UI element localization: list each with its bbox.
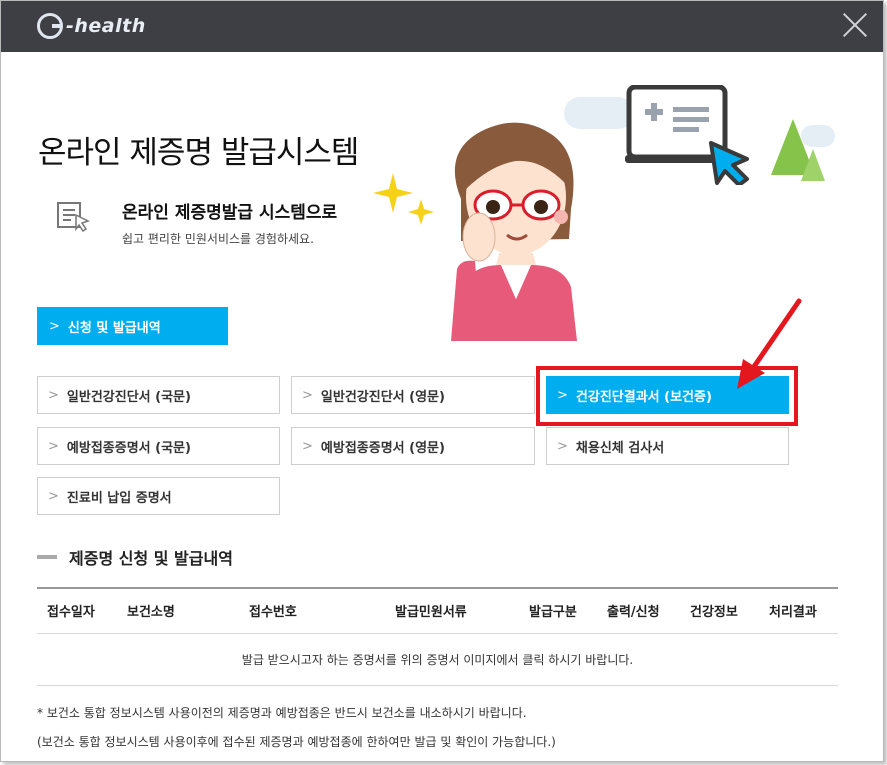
close-button[interactable] xyxy=(841,11,869,39)
column-header: 발급민원서류 xyxy=(395,605,467,620)
application-history-label: 신청 및 발급내역 xyxy=(67,320,161,336)
intro-subtitle: 쉽고 편리한 민원서비스를 경험하세요. xyxy=(122,232,314,246)
doc-label: 진료비 납입 증명서 xyxy=(66,490,172,506)
doc-label: 채용신체 검사서 xyxy=(575,440,665,456)
doc-vaccination-korean-button[interactable]: > 예방접종증명서 (국문) xyxy=(37,427,280,465)
section-bar-icon xyxy=(37,555,57,559)
empty-message: 발급 받으시고자 하는 증명서를 위의 증명서 이미지에서 클릭 하시기 바랍니… xyxy=(241,652,634,667)
g-health-logo: -health xyxy=(37,11,146,41)
doc-label: 예방접종증명서 (국문) xyxy=(66,440,191,456)
column-header: 보건소명 xyxy=(127,605,175,620)
column-header: 건강정보 xyxy=(690,605,738,620)
column-header: 접수일자 xyxy=(47,605,95,620)
doc-label: 일반건강진단서 (영문) xyxy=(320,389,445,405)
section-title-text: 제증명 신청 및 발급내역 xyxy=(69,549,233,568)
table-empty-row: 발급 받으시고자 하는 증명서를 위의 증명서 이미지에서 클릭 하시기 바랍니… xyxy=(37,633,838,686)
doc-medical-payment-button[interactable]: > 진료비 납입 증명서 xyxy=(37,477,280,515)
table-header: 접수일자 보건소명 접수번호 발급민원서류 발급구분 출력/신청 건강정보 처리… xyxy=(37,587,838,634)
doc-label: 일반건강진단서 (국문) xyxy=(66,389,191,405)
notice-line: (보건소 통합 정보시스템 사용이후에 접수된 제증명과 예방접종에 한하여만 … xyxy=(37,735,556,749)
history-table: 접수일자 보건소명 접수번호 발급민원서류 발급구분 출력/신청 건강정보 처리… xyxy=(37,587,838,686)
column-header: 발급구분 xyxy=(529,605,577,620)
column-header: 출력/신청 xyxy=(607,605,660,620)
document-pointer-icon xyxy=(57,202,90,233)
logo-text: -health xyxy=(66,15,146,37)
doc-employment-exam-button[interactable]: > 채용신체 검사서 xyxy=(546,427,789,465)
doc-general-health-english-button[interactable]: > 일반건강진단서 (영문) xyxy=(291,376,535,414)
character-illustration xyxy=(451,122,577,341)
notice-line: * 보건소 통합 정보시스템 사용이전의 제증명과 예방접종은 반드시 보건소를… xyxy=(37,706,527,720)
sparkle-illustration xyxy=(373,173,434,225)
computer-illustration xyxy=(625,85,749,185)
chevron-right-icon: > xyxy=(48,488,59,504)
intro-title: 온라인 제증명발급 시스템으로 xyxy=(122,203,338,223)
title-bar: -health xyxy=(1,1,883,52)
chevron-right-icon: > xyxy=(49,318,60,334)
column-header: 처리결과 xyxy=(769,605,817,620)
doc-label: 예방접종증명서 (영문) xyxy=(320,440,445,456)
doc-general-health-korean-button[interactable]: > 일반건강진단서 (국문) xyxy=(37,376,280,414)
column-header: 접수번호 xyxy=(249,605,297,620)
red-arrow-icon xyxy=(737,298,802,389)
page-title: 온라인 제증명 발급시스템 xyxy=(38,135,359,171)
section-title: 제증명 신청 및 발급내역 xyxy=(37,545,233,569)
chevron-right-icon: > xyxy=(48,387,59,403)
chevron-right-icon: > xyxy=(557,438,568,454)
popup-window: -health 온라인 제증명 발급시스템 온라인 제증명발급 시스템으로 쉽고… xyxy=(0,0,884,762)
chevron-right-icon: > xyxy=(48,438,59,454)
g-logo-icon xyxy=(37,13,63,39)
application-history-button[interactable]: > 신청 및 발급내역 xyxy=(37,307,228,345)
doc-vaccination-english-button[interactable]: > 예방접종증명서 (영문) xyxy=(291,427,535,465)
chevron-right-icon: > xyxy=(302,387,313,403)
tree-illustration xyxy=(771,119,825,181)
chevron-right-icon: > xyxy=(302,438,313,454)
